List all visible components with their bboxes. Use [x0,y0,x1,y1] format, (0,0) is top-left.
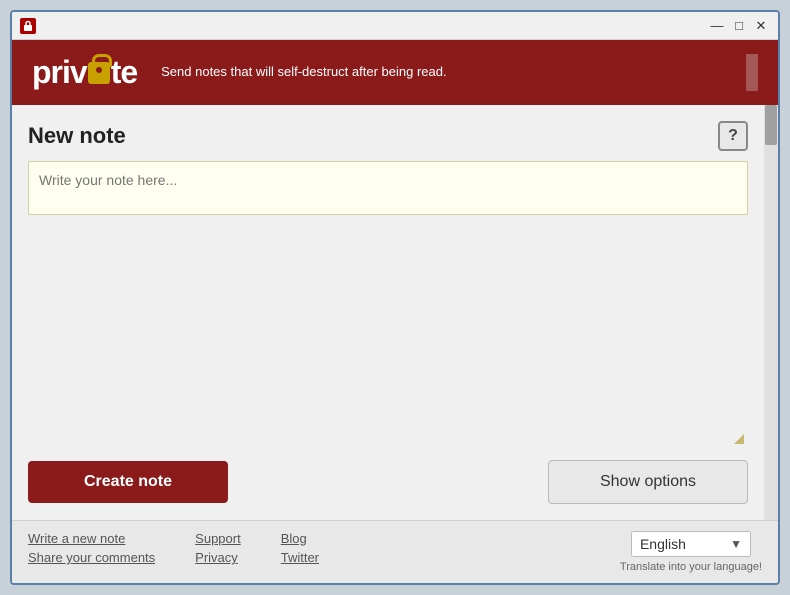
main-content: New note ? PPL Create note Show options [12,105,764,520]
note-input[interactable] [28,161,748,215]
app-window: — □ ✕ privte Send notes that will self-d… [10,10,780,585]
note-textarea-wrapper: PPL [28,161,748,448]
language-selector[interactable]: English ▼ [631,531,751,557]
footer-col-3: Blog Twitter [281,531,319,565]
translate-label: Translate into your language! [620,561,762,573]
content-with-scrollbar: New note ? PPL Create note Show options [12,105,778,520]
maximize-button[interactable]: □ [730,17,748,35]
help-button[interactable]: ? [718,121,748,151]
logo-lock-icon [88,62,110,84]
app-header: privte Send notes that will self-destruc… [12,40,778,105]
buttons-row: Create note Show options [28,460,748,504]
close-button[interactable]: ✕ [752,17,770,35]
show-options-button[interactable]: Show options [548,460,748,504]
page-title: New note [28,123,126,149]
privacy-link[interactable]: Privacy [195,550,241,565]
dropdown-arrow-icon: ▼ [730,537,742,551]
footer-language: English ▼ Translate into your language! [620,531,762,573]
share-comments-link[interactable]: Share your comments [28,550,155,565]
create-note-button[interactable]: Create note [28,461,228,503]
support-link[interactable]: Support [195,531,241,546]
footer-col-1: Write a new note Share your comments [28,531,155,565]
titlebar: — □ ✕ [12,12,778,40]
scrollbar-thumb[interactable] [765,105,777,145]
footer-col-2: Support Privacy [195,531,241,565]
page-title-row: New note ? [28,121,748,151]
footer-inner: Write a new note Share your comments Sup… [28,531,762,573]
language-label: English [640,536,686,552]
footer: Write a new note Share your comments Sup… [12,520,778,583]
scrollbar[interactable] [764,105,778,520]
watermark: PPL [306,248,469,351]
blog-link[interactable]: Blog [281,531,319,546]
write-new-note-link[interactable]: Write a new note [28,531,155,546]
header-tagline: Send notes that will self-destruct after… [161,63,446,81]
minimize-button[interactable]: — [708,17,726,35]
app-icon [20,18,36,34]
logo: privte [32,54,137,91]
twitter-link[interactable]: Twitter [281,550,319,565]
